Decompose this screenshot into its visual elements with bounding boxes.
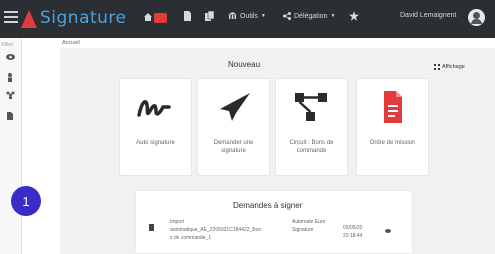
request-type: Automate Euro Signature — [292, 219, 326, 233]
chevron-down-icon: ▼ — [330, 13, 336, 19]
grid-icon — [434, 64, 440, 70]
home-icon — [144, 13, 152, 21]
breadcrumb[interactable]: Accueil — [62, 40, 80, 46]
send-icon — [220, 93, 250, 121]
requests-panel: Demandes à signer Import automatique_AE_… — [135, 190, 413, 254]
sidebar-label: Filtre — [2, 42, 14, 48]
app-title: Signature — [40, 8, 127, 28]
eye-icon[interactable] — [6, 54, 15, 60]
share-icon — [283, 12, 291, 20]
menu-outils-label: Outils — [240, 12, 258, 20]
request-date: 03/05/20 — [343, 225, 363, 231]
file-icon[interactable] — [184, 11, 191, 21]
step-badge: 1 — [11, 186, 41, 216]
avatar[interactable] — [468, 9, 485, 26]
pdf-icon — [384, 91, 402, 123]
request-time: 22:18:44 — [343, 233, 363, 239]
home-button[interactable] — [141, 11, 169, 26]
requests-title: Demandes à signer — [233, 201, 303, 210]
card-label: Demander une signature — [213, 140, 254, 154]
document-icon[interactable] — [7, 112, 13, 120]
card-auto-signature[interactable]: Auto signature — [119, 78, 192, 176]
table-row[interactable]: Import automatique_AE_2205031C184422_Bon… — [136, 215, 414, 251]
top-navbar: Signature Outils ▼ Délégation ▼ David Le… — [0, 0, 495, 38]
person-icon[interactable] — [7, 73, 13, 82]
card-label: Ordre de mission — [369, 140, 416, 146]
workflow-icon — [295, 93, 327, 121]
menu-delegation-label: Délégation — [294, 12, 328, 20]
display-label: Affichage — [442, 64, 465, 70]
user-name[interactable]: David Lemaignent — [400, 12, 456, 19]
menu-outils[interactable]: Outils ▼ — [228, 12, 266, 20]
hamburger-icon[interactable] — [4, 11, 18, 23]
logo-mark-icon — [20, 7, 38, 29]
star-icon[interactable] — [349, 11, 359, 21]
display-toggle[interactable]: Affichage — [434, 64, 465, 70]
chevron-down-icon: ▼ — [260, 13, 266, 19]
app-logo[interactable]: Signature — [20, 5, 127, 31]
eye-icon[interactable] — [385, 229, 391, 233]
menu-delegation[interactable]: Délégation ▼ — [283, 12, 335, 20]
card-label: Circuit : Bons de commande — [289, 140, 334, 154]
bank-icon — [228, 12, 237, 19]
filter-sidebar: Filtre — [0, 38, 22, 254]
card-circuit-purchase-orders[interactable]: Circuit : Bons de commande — [275, 78, 348, 176]
card-label: Auto signature — [136, 140, 175, 146]
document-name: Import automatique_AE_2205031C184422_Bon… — [170, 219, 262, 241]
notification-badge — [154, 13, 167, 23]
files-icon[interactable] — [205, 11, 214, 21]
card-mission-order[interactable]: Ordre de mission — [356, 78, 429, 176]
group-icon[interactable] — [6, 91, 15, 99]
document-icon — [149, 224, 154, 231]
section-title: Nouveau — [228, 60, 261, 69]
signature-icon — [137, 100, 171, 117]
card-request-signature[interactable]: Demander une signature — [197, 78, 270, 176]
